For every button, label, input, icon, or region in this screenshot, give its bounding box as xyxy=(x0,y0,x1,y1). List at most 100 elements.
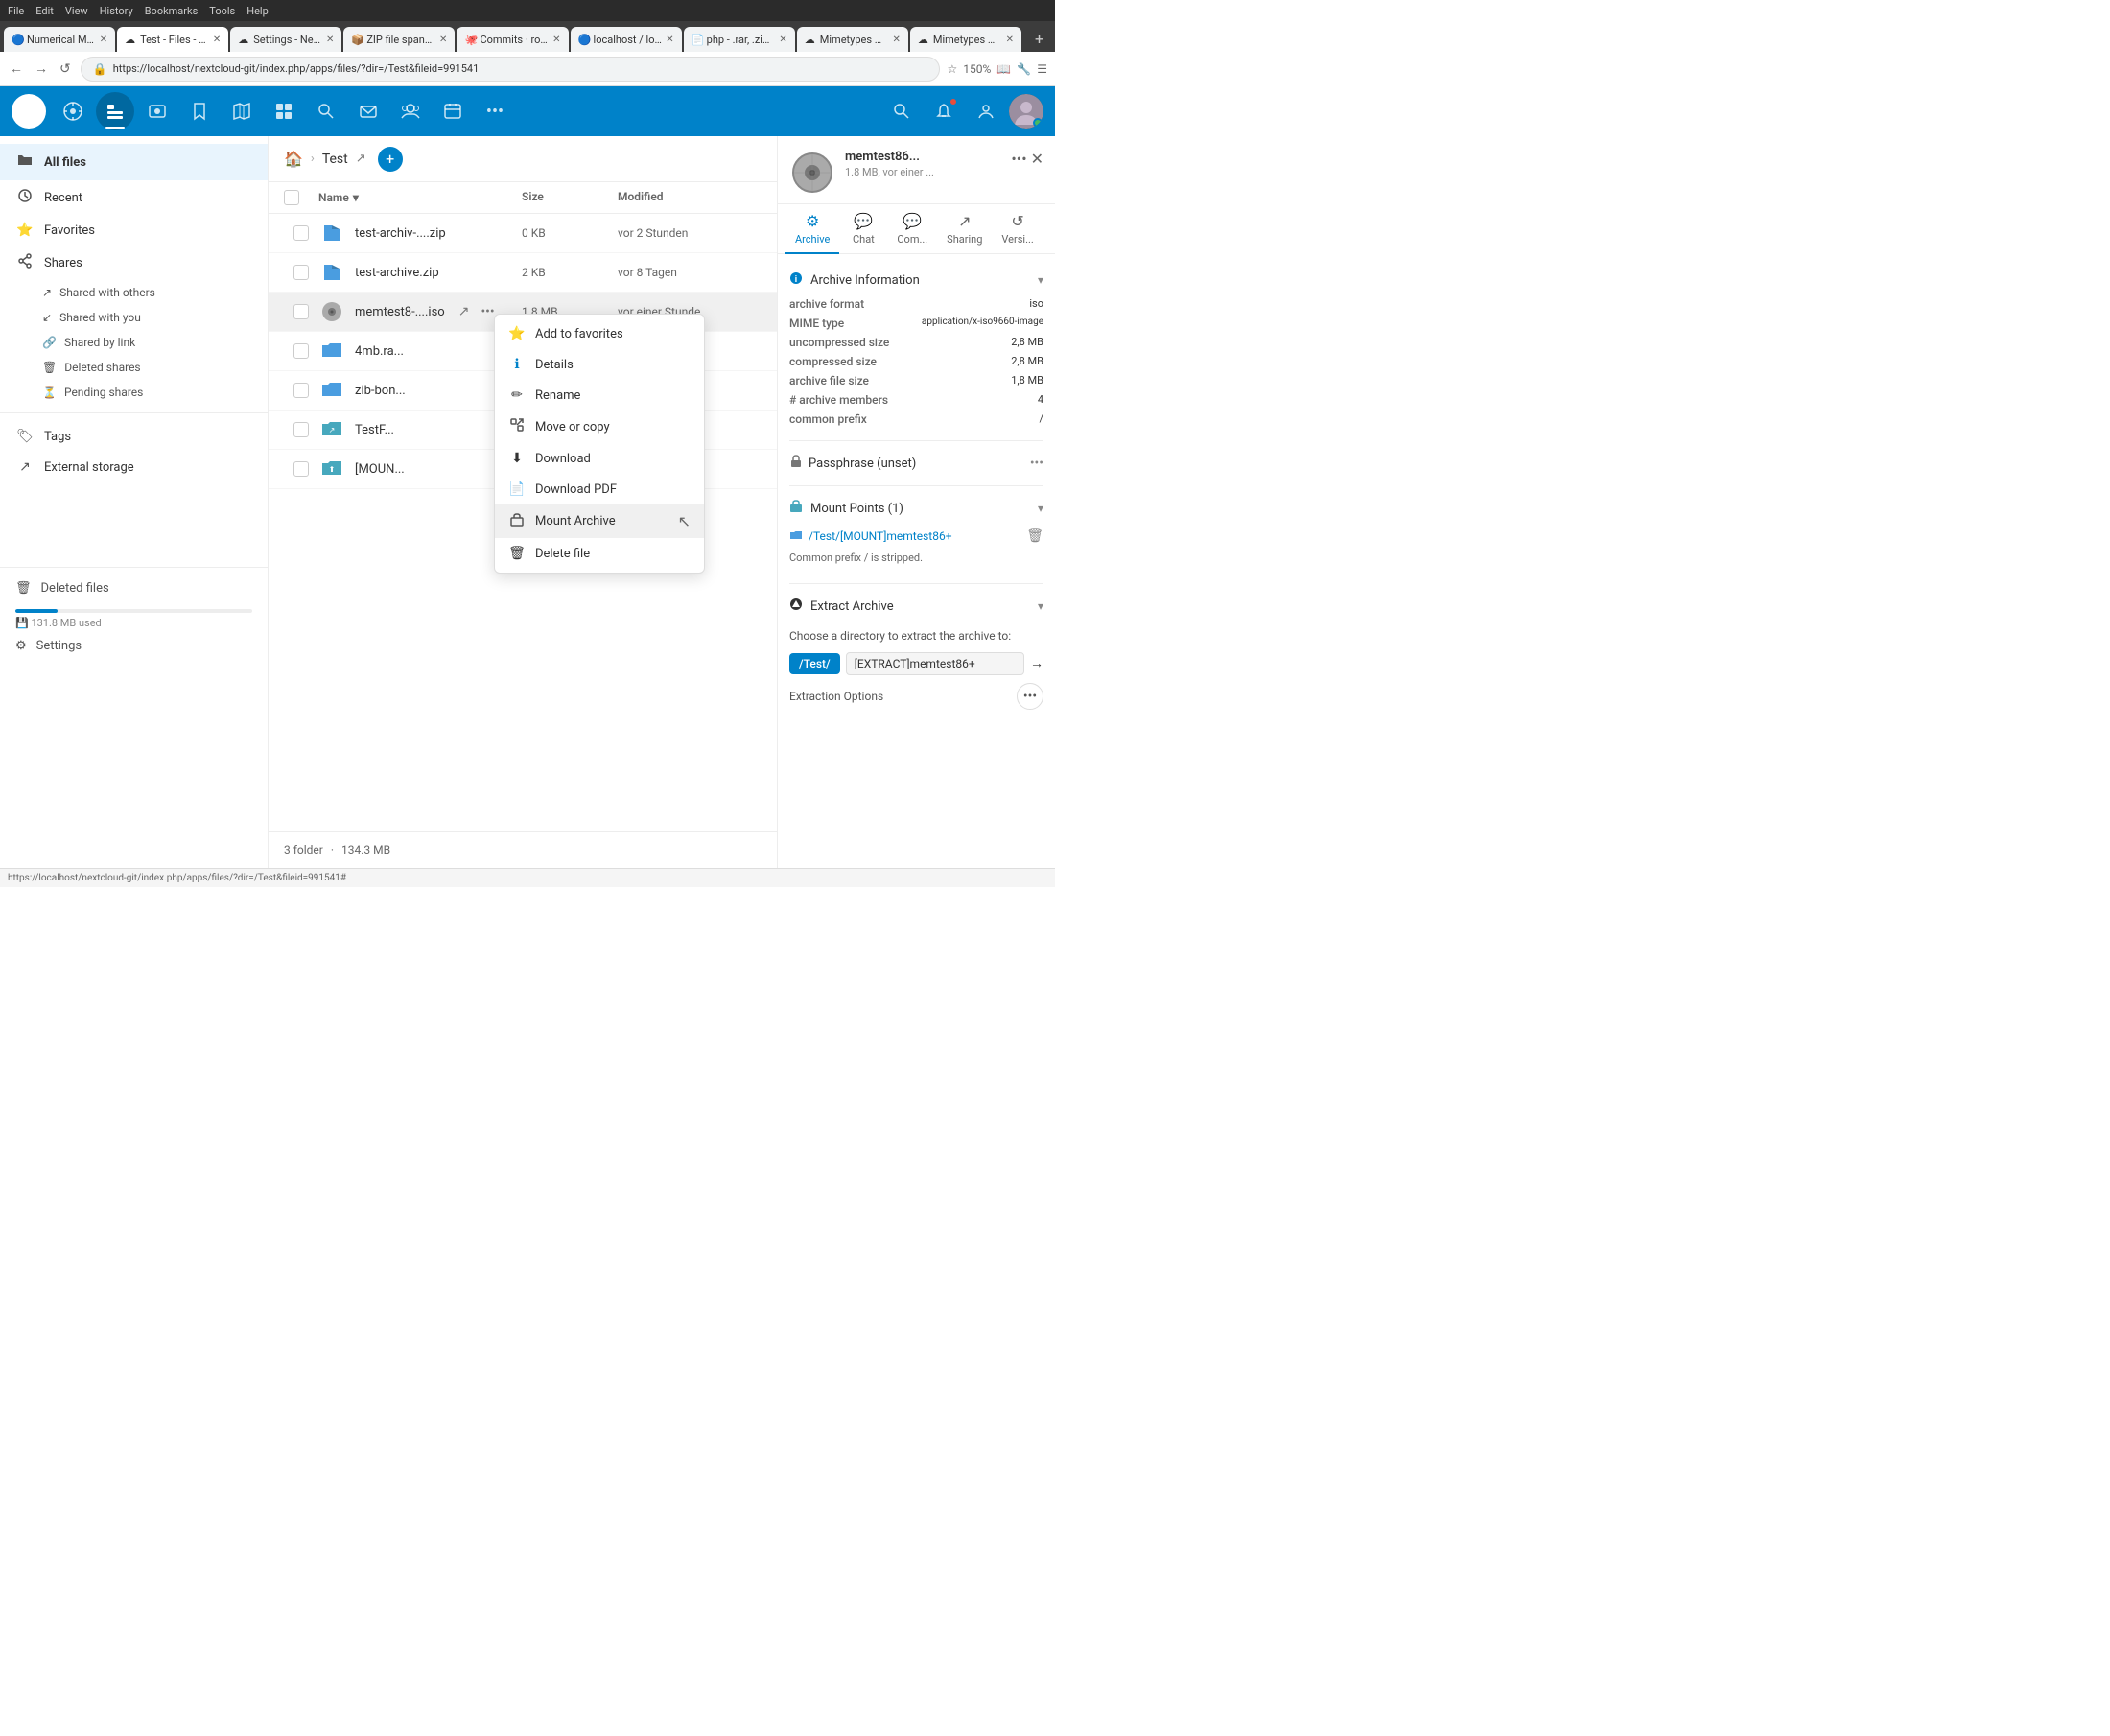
table-row[interactable]: test-archive.zip ↗ ••• 2 KB vor 8 Tagen xyxy=(269,253,777,293)
tab-mimetypes2[interactable]: ☁ Mimetypes manage... ✕ xyxy=(910,27,1021,52)
admin-button[interactable] xyxy=(967,92,1005,130)
tab-zip[interactable]: 📦 ZIP file spanning/s... ✕ xyxy=(343,27,455,52)
sidebar-shared-with-others[interactable]: ↗ Shared with others xyxy=(42,280,268,305)
tab-files[interactable]: ☁ Test - Files - Nextcl... ✕ xyxy=(117,27,228,52)
row-checkbox-4[interactable] xyxy=(284,343,318,359)
panel-more-button[interactable]: ••• xyxy=(1011,150,1026,168)
extraction-options-button[interactable]: ••• xyxy=(1017,683,1043,710)
nav-bookmarks[interactable] xyxy=(180,92,219,130)
browser-menu[interactable]: File Edit View History Bookmarks Tools H… xyxy=(8,5,269,17)
nav-contacts[interactable] xyxy=(391,92,430,130)
file-checkbox-4[interactable] xyxy=(293,343,309,359)
file-checkbox-2[interactable] xyxy=(293,265,309,280)
refresh-button[interactable]: ↺ xyxy=(58,59,73,79)
sidebar-item-all-files[interactable]: All files xyxy=(0,144,268,180)
share-breadcrumb-icon[interactable]: ↗ xyxy=(356,152,366,166)
sidebar-item-tags[interactable]: 🏷 Tags xyxy=(0,421,268,452)
sidebar-deleted-files[interactable]: 🗑 Deleted files xyxy=(0,575,268,601)
tab-close-php[interactable]: ✕ xyxy=(779,35,786,45)
menu-history[interactable]: History xyxy=(100,5,133,17)
context-menu-item-rename[interactable]: ✏ Rename xyxy=(495,380,704,411)
sidebar-item-external-storage[interactable]: ↗ External storage xyxy=(0,452,268,482)
forward-button[interactable]: → xyxy=(33,59,50,79)
home-breadcrumb[interactable]: 🏠 xyxy=(284,150,303,168)
table-row[interactable]: test-archiv-....zip ↗ ••• 0 KB vor 2 Stu… xyxy=(269,214,777,253)
tab-close-localhost[interactable]: ✕ xyxy=(666,35,673,45)
context-menu-item-move-copy[interactable]: Move or copy xyxy=(495,411,704,443)
tab-numerical[interactable]: 🔵 Numerical Mathe... ✕ xyxy=(4,27,115,52)
extract-target-path[interactable]: [EXTRACT]memtest86+ xyxy=(846,652,1024,675)
context-menu-item-download-pdf[interactable]: 📄 Download PDF xyxy=(495,474,704,504)
panel-tab-versions[interactable]: ↺ Versi... xyxy=(992,204,1043,253)
context-menu-item-mount-archive[interactable]: Mount Archive ↖ xyxy=(495,504,704,538)
add-files-button[interactable]: + xyxy=(378,147,403,172)
user-avatar[interactable] xyxy=(1009,94,1043,129)
sidebar-shared-by-link[interactable]: 🔗 Shared by link xyxy=(42,330,268,355)
tab-php[interactable]: 📄 php - .rar, .zip files... ✕ xyxy=(684,27,795,52)
tab-close-files[interactable]: ✕ xyxy=(213,35,221,45)
context-menu-item-delete[interactable]: 🗑 Delete file xyxy=(495,538,704,569)
context-menu-item-details[interactable]: ℹ Details xyxy=(495,349,704,380)
sidebar-item-favorites[interactable]: ⭐ Favorites xyxy=(0,215,268,246)
tab-close-settings[interactable]: ✕ xyxy=(326,35,334,45)
sidebar-pending-shares[interactable]: ⏳ Pending shares xyxy=(42,380,268,405)
row-checkbox-2[interactable] xyxy=(284,265,318,280)
menu-file[interactable]: File xyxy=(8,5,24,17)
nav-more[interactable]: ••• xyxy=(476,92,514,130)
sidebar-settings[interactable]: ⚙ Settings xyxy=(0,633,268,659)
panel-tab-chat[interactable]: 💬 Chat xyxy=(839,204,887,253)
tab-close-commits[interactable]: ✕ xyxy=(552,35,560,45)
menu-icon[interactable]: ☰ xyxy=(1037,62,1047,76)
sidebar-item-shares[interactable]: Shares xyxy=(0,246,268,280)
archive-info-header[interactable]: i Archive Information ▾ xyxy=(789,266,1043,294)
row-checkbox-7[interactable] xyxy=(284,461,318,477)
menu-help[interactable]: Help xyxy=(246,5,269,17)
context-menu-item-add-favorites[interactable]: ⭐ Add to favorites xyxy=(495,318,704,349)
extract-arrow-icon[interactable]: → xyxy=(1030,655,1043,671)
menu-bookmarks[interactable]: Bookmarks xyxy=(145,5,199,17)
nextcloud-logo[interactable] xyxy=(12,94,46,129)
menu-edit[interactable]: Edit xyxy=(35,5,54,17)
row-checkbox-3[interactable] xyxy=(284,304,318,319)
bookmark-icon[interactable]: ☆ xyxy=(948,62,958,76)
context-menu-item-download[interactable]: ⬇ Download xyxy=(495,443,704,474)
mount-delete-button[interactable]: 🗑 xyxy=(1026,528,1043,544)
tab-close-mimetypes1[interactable]: ✕ xyxy=(892,35,900,45)
menu-view[interactable]: View xyxy=(65,5,88,17)
sidebar-shared-with-you[interactable]: ↙ Shared with you xyxy=(42,305,268,330)
file-share-btn-3[interactable]: ↗ xyxy=(455,302,474,321)
passphrase-more-button[interactable]: ••• xyxy=(1030,456,1043,471)
file-checkbox-3[interactable] xyxy=(293,304,309,319)
nav-images[interactable] xyxy=(265,92,303,130)
search-button[interactable] xyxy=(882,92,921,130)
address-bar[interactable]: 🔒 https://localhost/nextcloud-git/index.… xyxy=(81,57,940,82)
panel-close-button[interactable]: ✕ xyxy=(1031,150,1043,168)
menu-tools[interactable]: Tools xyxy=(209,5,235,17)
tab-mimetypes1[interactable]: ☁ Mimetypes manage... ✕ xyxy=(797,27,908,52)
back-button[interactable]: ← xyxy=(8,59,25,79)
tab-commits[interactable]: 🐙 Commits · rotdrop... ✕ xyxy=(457,27,568,52)
sidebar-deleted-shares[interactable]: 🗑 Deleted shares xyxy=(42,355,268,380)
row-checkbox-6[interactable] xyxy=(284,422,318,437)
nav-maps[interactable] xyxy=(223,92,261,130)
extension-icon[interactable]: 🔧 xyxy=(1017,62,1031,76)
panel-tab-sharing[interactable]: ↗ Sharing xyxy=(937,204,992,253)
mount-points-header[interactable]: Mount Points (1) ▾ xyxy=(789,494,1043,523)
reader-icon[interactable]: 📖 xyxy=(996,62,1011,76)
notifications-button[interactable] xyxy=(925,92,963,130)
nav-dashboard[interactable] xyxy=(54,92,92,130)
new-tab-button[interactable]: + xyxy=(1027,26,1051,52)
extract-current-path[interactable]: /Test/ xyxy=(789,653,840,674)
nav-photos[interactable] xyxy=(138,92,176,130)
select-all-checkbox[interactable] xyxy=(284,190,299,205)
extract-archive-header[interactable]: Extract Archive ▾ xyxy=(789,592,1043,621)
file-checkbox-7[interactable] xyxy=(293,461,309,477)
file-checkbox-5[interactable] xyxy=(293,383,309,398)
tab-close-numerical[interactable]: ✕ xyxy=(100,35,107,45)
tab-localhost[interactable]: 🔵 localhost / localhos... ✕ xyxy=(571,27,682,52)
header-name[interactable]: Name ▾ xyxy=(318,190,522,205)
nav-search[interactable] xyxy=(307,92,345,130)
panel-tab-comments[interactable]: 💬 Com... xyxy=(887,204,937,253)
panel-tab-archive[interactable]: ⚙ Archive xyxy=(785,204,839,253)
tab-close-zip[interactable]: ✕ xyxy=(439,35,447,45)
